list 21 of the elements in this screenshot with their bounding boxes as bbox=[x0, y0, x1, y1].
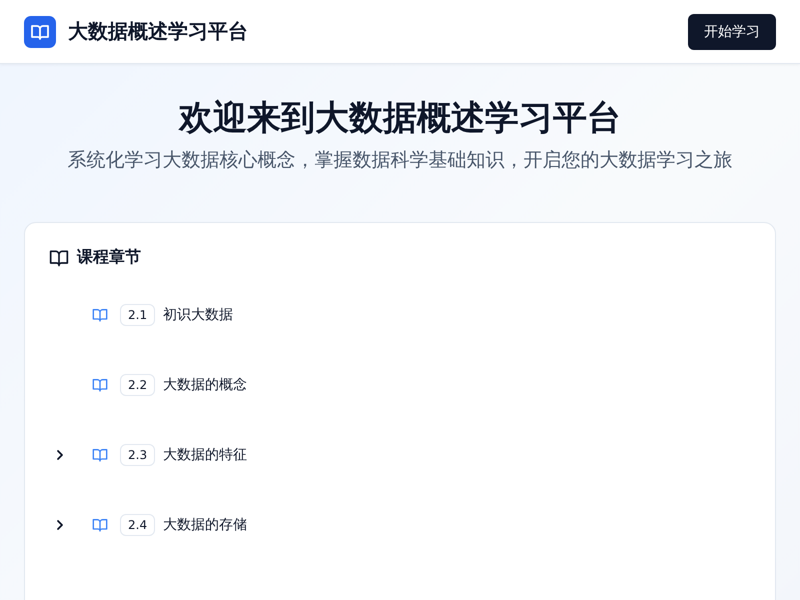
chapter-link[interactable]: 大数据的概念 bbox=[163, 376, 248, 394]
chapters-title: 课程章节 bbox=[77, 247, 141, 268]
chapter-number-badge: 2.2 bbox=[120, 374, 156, 396]
start-learning-button[interactable]: 开始学习 bbox=[688, 14, 776, 50]
book-icon bbox=[49, 248, 69, 268]
chapter-link[interactable]: 大数据的存储 bbox=[163, 516, 248, 534]
hero-title: 欢迎来到大数据概述学习平台 bbox=[177, 97, 622, 140]
site-title: 大数据概述学习平台 bbox=[68, 18, 248, 45]
book-icon bbox=[92, 307, 108, 323]
book-icon bbox=[92, 447, 108, 463]
chapter-number-badge: 2.4 bbox=[120, 514, 156, 536]
chapter-link[interactable]: 初识大数据 bbox=[163, 306, 234, 324]
chapter-number-badge: 2.3 bbox=[120, 444, 156, 466]
chevron-right-icon[interactable] bbox=[55, 449, 65, 461]
book-icon bbox=[92, 517, 108, 533]
book-icon bbox=[92, 377, 108, 393]
chevron-right-icon[interactable] bbox=[55, 519, 65, 531]
book-logo-icon bbox=[24, 16, 56, 48]
hero-subtitle: 系统化学习大数据核心概念，掌握数据科学基础知识，开启您的大数据学习之旅 bbox=[66, 148, 734, 173]
chapter-number-badge: 2.1 bbox=[120, 304, 156, 326]
chapter-link[interactable]: 大数据的特征 bbox=[163, 446, 248, 464]
